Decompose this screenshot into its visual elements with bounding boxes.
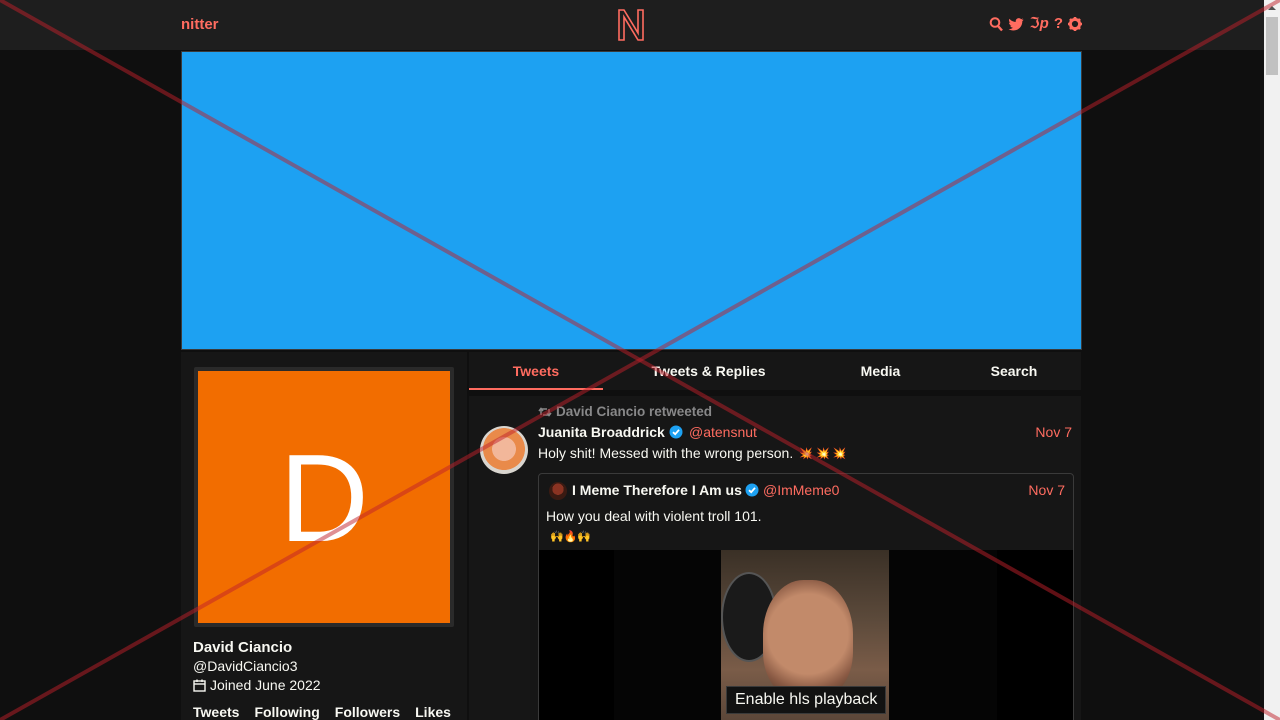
face-in-video [763,580,853,700]
retweet-icon [538,406,552,417]
retweet-header: David Ciancio retweeted [538,404,712,419]
quoted-tweet[interactable]: I Meme Therefore I Am us @ImMeme0 Nov 7 … [538,473,1074,720]
quote-emojis: 🙌🔥🙌 [550,531,592,543]
tab-tweets-replies[interactable]: Tweets & Replies [603,352,814,390]
page-scrollbar[interactable] [1264,0,1280,720]
quote-fullname-text: I Meme Therefore I Am us [572,482,742,498]
tab-media[interactable]: Media [814,352,947,390]
joined-date: Joined June 2022 [210,677,321,693]
stat-following[interactable]: Following [254,704,319,720]
stat-tweets[interactable]: Tweets [193,704,239,720]
stat-followers[interactable]: Followers [335,704,400,720]
rss-icon[interactable]: ℑp [1029,16,1049,32]
profile-avatar[interactable]: D [198,371,450,623]
quote-text-body: How you deal with violent troll 101. [546,508,762,524]
calendar-icon [193,679,206,692]
quote-author-username[interactable]: @ImMeme0 [763,482,839,498]
tweet-author-username[interactable]: @atensnut [689,424,757,440]
chevron-up-icon [1268,6,1276,10]
profile-joined: Joined June 2022 [193,677,321,693]
quote-author-avatar[interactable] [549,482,567,500]
quote-date[interactable]: Nov 7 [1028,482,1065,498]
settings-icon[interactable] [1068,17,1082,31]
search-icon[interactable] [989,16,1004,32]
profile-card: D David Ciancio @DavidCiancio3 Joined Ju… [181,352,467,720]
tweet-text: Holy shit! Messed with the wrong person.… [538,445,846,461]
stat-likes[interactable]: Likes [415,704,451,720]
profile-username[interactable]: @DavidCiancio3 [193,658,297,674]
quote-author-name[interactable]: I Meme Therefore I Am us [572,482,759,498]
quote-text: How you deal with violent troll 101. 🙌🔥🙌 [546,507,762,547]
avatar-frame: D [194,367,454,627]
navbar: nitter ℑp ? [0,0,1264,51]
twitter-icon[interactable] [1008,17,1024,32]
verified-icon [745,483,759,497]
video-player[interactable]: Enable hls playback [539,550,1073,720]
nitter-logo-icon[interactable] [617,8,645,42]
tweet-author-avatar[interactable] [480,426,528,474]
timeline-tabs: Tweets Tweets & Replies Media Search [469,352,1081,390]
tab-tweets[interactable]: Tweets [469,352,603,390]
profile-stats: Tweets Following Followers Likes [193,704,451,720]
tweet-text-emojis: 💥 💥 💥 [799,447,847,460]
profile-banner[interactable] [181,51,1082,350]
help-icon[interactable]: ? [1054,16,1063,32]
tweet-fullname-text: Juanita Broaddrick [538,424,665,440]
nav-icons: ℑp ? [989,16,1082,32]
profile-fullname[interactable]: David Ciancio [193,639,292,656]
enable-hls-playback-button[interactable]: Enable hls playback [726,686,887,714]
avatar-letter: D [279,430,369,568]
scroll-thumb[interactable] [1266,17,1278,75]
retweet-label: David Ciancio retweeted [556,404,713,419]
tweet-date[interactable]: Nov 7 [1035,424,1072,440]
tweet-author-name[interactable]: Juanita Broaddrick [538,424,683,440]
tweet-text-body: Holy shit! Messed with the wrong person. [538,445,794,461]
nitter-home-link[interactable]: nitter [181,16,219,33]
tab-search[interactable]: Search [947,352,1081,390]
verified-icon [669,425,683,439]
timeline: David Ciancio retweeted Juanita Broaddri… [469,396,1081,720]
scroll-up-arrow[interactable] [1264,0,1280,16]
